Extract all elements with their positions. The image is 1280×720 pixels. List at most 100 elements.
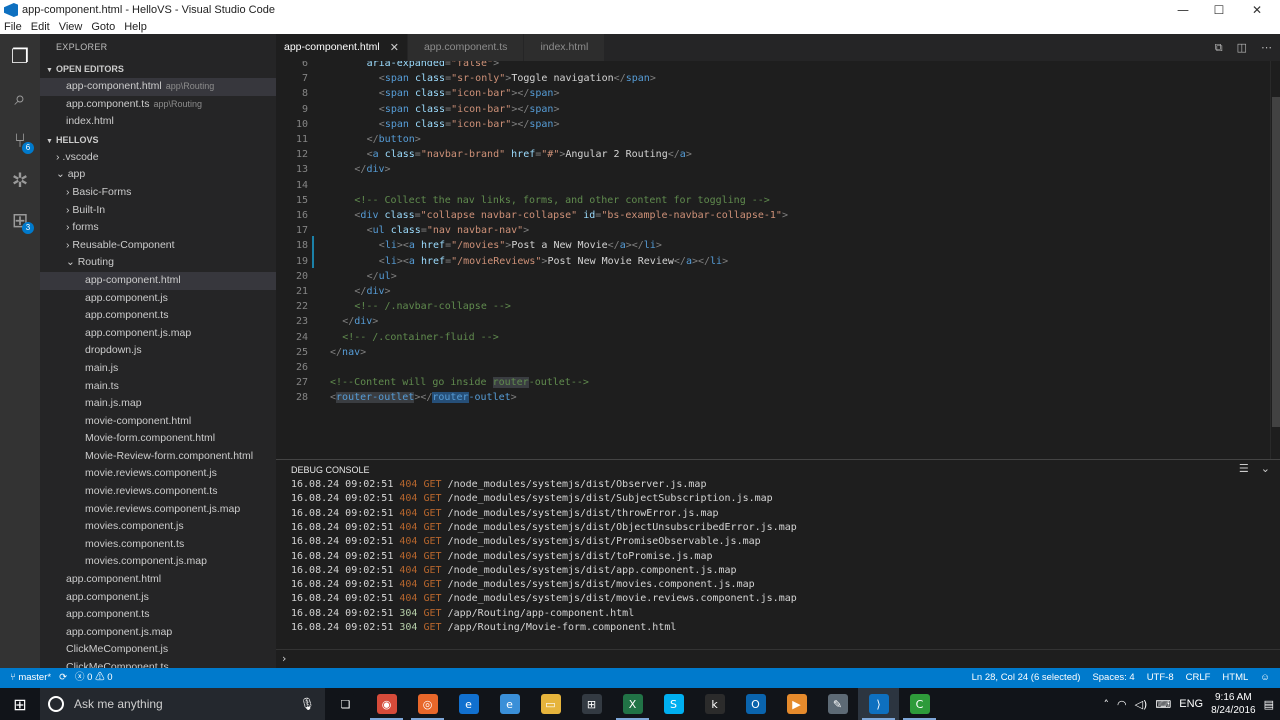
tab-app-component-html[interactable]: app-component.html ✕	[276, 34, 408, 61]
file-explorer-taskbar-button[interactable]: ▭	[530, 688, 571, 720]
search-icon[interactable]: ⌕	[0, 78, 40, 118]
minimize-button[interactable]: —	[1164, 0, 1202, 20]
close-tab-icon[interactable]: ✕	[390, 34, 399, 61]
store-taskbar-button[interactable]: ⊞	[571, 688, 612, 720]
kindle-taskbar-button[interactable]: k	[694, 688, 735, 720]
file-tree-item[interactable]: › .vscode	[40, 149, 276, 167]
tab-app-component-ts[interactable]: app.component.ts	[407, 34, 525, 61]
line-endings[interactable]: CRLF	[1180, 668, 1217, 688]
editor-scrollbar[interactable]	[1270, 61, 1280, 459]
file-tree-item[interactable]: movie.reviews.component.js.map	[40, 501, 276, 519]
menu-file[interactable]: File	[0, 21, 27, 33]
skype-taskbar-button[interactable]: S	[653, 688, 694, 720]
open-editors-header[interactable]: ▼ OPEN EDITORS	[40, 60, 276, 78]
file-tree-item[interactable]: app-component.html	[40, 271, 276, 290]
file-tree-item[interactable]: main.ts	[40, 378, 276, 396]
file-tree-label: app.component.js.map	[85, 326, 192, 339]
cortana-search[interactable]: Ask me anything 🎙	[40, 688, 325, 720]
file-tree-item[interactable]: app.component.js.map	[40, 325, 276, 343]
settings-tool-taskbar-button[interactable]: ✎	[817, 688, 858, 720]
input-language[interactable]: ENG	[1179, 698, 1203, 710]
media-player-icon: ▶	[786, 694, 807, 714]
media-player-taskbar-button[interactable]: ▶	[776, 688, 817, 720]
file-tree-item[interactable]: movies.component.js.map	[40, 553, 276, 571]
sync-icon[interactable]: ⟳	[57, 668, 69, 688]
console-input[interactable]: ›	[276, 649, 1280, 667]
file-tree-item[interactable]: app.component.ts	[40, 307, 276, 325]
firefox-taskbar-button[interactable]: ◎	[407, 688, 448, 720]
outlook-taskbar-button[interactable]: O	[735, 688, 776, 720]
file-tree-item[interactable]: movies.component.js	[40, 518, 276, 536]
camtasia-taskbar-button[interactable]: C	[899, 688, 940, 720]
menu-edit[interactable]: Edit	[27, 21, 55, 33]
close-window-button[interactable]: ✕	[1238, 0, 1276, 20]
code-editor[interactable]: 6 aria-expanded="false"> 7 <span class="sr-…	[276, 61, 1280, 459]
file-tree-item[interactable]: ClickMeComponent.ts	[40, 659, 276, 668]
menu-goto[interactable]: Goto	[87, 21, 120, 33]
extensions-icon[interactable]: ⊞ 3	[0, 200, 40, 240]
problems-indicator[interactable]: ⓧ 0 ⚠ 0	[69, 668, 119, 688]
file-tree-item[interactable]: app.component.js	[40, 589, 276, 607]
encoding[interactable]: UTF-8	[1141, 668, 1180, 688]
file-tree-item[interactable]: › Reusable-Component	[40, 237, 276, 255]
file-tree-item[interactable]: movie.reviews.component.js	[40, 465, 276, 483]
line-number: 21	[295, 286, 308, 297]
menu-view[interactable]: View	[55, 21, 88, 33]
file-tree-item[interactable]: dropdown.js	[40, 342, 276, 360]
chrome-taskbar-button[interactable]: ◉	[366, 688, 407, 720]
debug-icon[interactable]: ✲	[0, 160, 40, 200]
open-changes-icon[interactable]: ⧉	[1215, 41, 1223, 55]
file-tree-item[interactable]: main.js.map	[40, 395, 276, 413]
menu-help[interactable]: Help	[120, 21, 152, 33]
file-tree-item[interactable]: app.component.js.map	[40, 624, 276, 642]
file-tree-item[interactable]: app.component.html	[40, 571, 276, 589]
file-tree-item[interactable]: movie.reviews.component.ts	[40, 483, 276, 501]
open-editor-item[interactable]: app.component.ts app\Routing	[40, 96, 276, 114]
cursor-position[interactable]: Ln 28, Col 24 (6 selected)	[966, 668, 1087, 688]
code-token: nav	[342, 346, 361, 358]
clock[interactable]: 9:16 AM 8/24/2016	[1211, 691, 1256, 717]
file-tree-item[interactable]: ClickMeComponent.js	[40, 641, 276, 659]
notifications-icon[interactable]: ▤	[1264, 698, 1274, 711]
file-tree-item[interactable]: › Built-In	[40, 202, 276, 220]
volume-icon[interactable]: ◁)	[1135, 698, 1148, 711]
keyboard-icon[interactable]: ⌨	[1155, 698, 1171, 711]
indentation[interactable]: Spaces: 4	[1086, 668, 1140, 688]
file-tree-item[interactable]: app.component.ts	[40, 606, 276, 624]
more-icon[interactable]: ⋯	[1261, 41, 1272, 54]
task-view-taskbar-button[interactable]: ❏	[325, 688, 366, 720]
open-editor-item[interactable]: index.html	[40, 113, 276, 131]
tab-index-html[interactable]: index.html	[524, 34, 606, 61]
file-tree-item[interactable]: › Basic-Forms	[40, 184, 276, 202]
tray-chevron-icon[interactable]: ˄	[1103, 698, 1109, 711]
file-tree-item[interactable]: movies.component.ts	[40, 536, 276, 554]
file-tree-item[interactable]: Movie-Review-form.component.html	[40, 448, 276, 466]
collapse-panel-icon[interactable]: ⌄	[1261, 462, 1270, 475]
scrollbar-thumb[interactable]	[1272, 97, 1280, 427]
file-tree-item[interactable]: app.component.js	[40, 290, 276, 308]
open-editor-item[interactable]: app-component.html app\Routing	[40, 78, 276, 96]
file-tree-item[interactable]: ⌄ Routing	[40, 254, 276, 272]
file-tree-item[interactable]: movie-component.html	[40, 413, 276, 431]
explorer-icon[interactable]: ❐	[0, 36, 40, 76]
split-editor-icon[interactable]: ◫	[1237, 41, 1247, 54]
edge-taskbar-button[interactable]: e	[448, 688, 489, 720]
microphone-icon[interactable]: 🎙	[300, 697, 315, 711]
ie-taskbar-button[interactable]: e	[489, 688, 530, 720]
code-token: <!-- Collect the nav links, forms, and o…	[354, 194, 770, 206]
file-tree-item[interactable]: Movie-form.component.html	[40, 430, 276, 448]
clear-console-icon[interactable]: ☰	[1239, 462, 1249, 475]
feedback-smiley-icon[interactable]: ☺	[1254, 668, 1280, 688]
excel-taskbar-button[interactable]: X	[612, 688, 653, 720]
project-header[interactable]: ▼ HELLOVS	[40, 131, 276, 149]
network-icon[interactable]: ◠	[1117, 698, 1127, 711]
file-tree-item[interactable]: ⌄ app	[40, 166, 276, 184]
vscode-taskbar-button[interactable]: ⟩	[858, 688, 899, 720]
file-tree-item[interactable]: main.js	[40, 360, 276, 378]
git-icon[interactable]: ⑂ 6	[0, 120, 40, 160]
start-button[interactable]: ⊞	[0, 688, 40, 720]
branch-indicator[interactable]: ⑂ master*	[0, 668, 57, 688]
maximize-button[interactable]: ☐	[1200, 0, 1238, 20]
language-mode[interactable]: HTML	[1216, 668, 1254, 688]
file-tree-item[interactable]: › forms	[40, 219, 276, 237]
